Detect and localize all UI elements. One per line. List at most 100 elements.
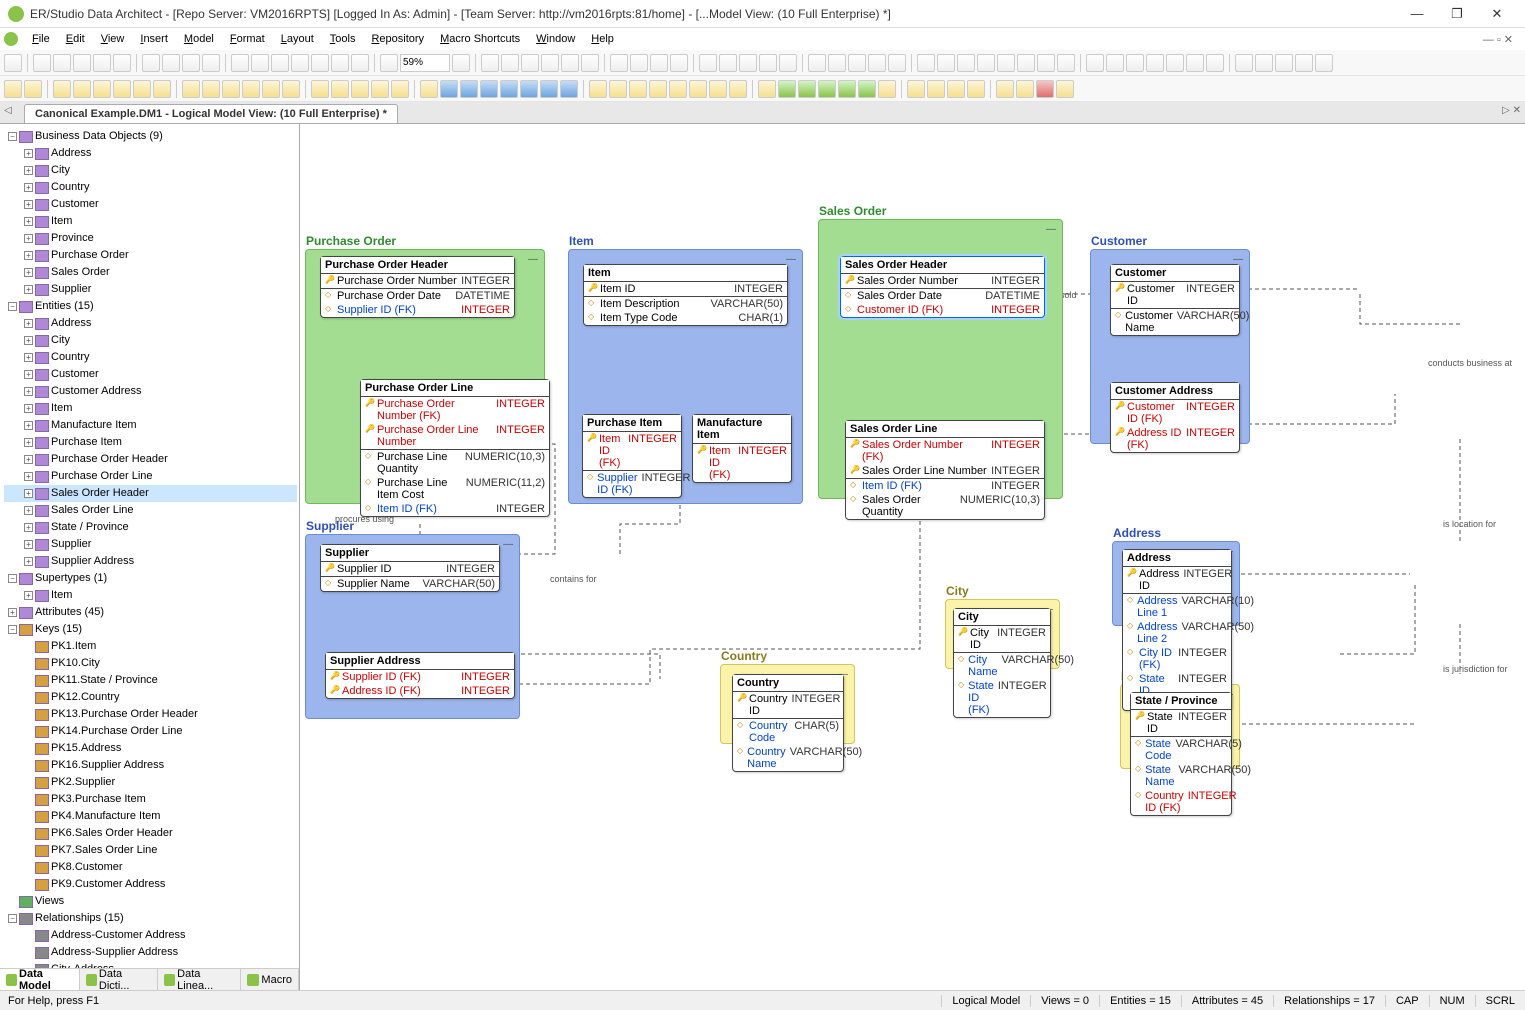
- toolbar-button[interactable]: [520, 80, 538, 98]
- toolbar-button[interactable]: [937, 54, 955, 72]
- tab-nav-right[interactable]: ▷ ✕: [1502, 105, 1521, 116]
- document-tab[interactable]: Canonical Example.DM1 - Logical Model Vi…: [24, 104, 398, 123]
- toolbar-button[interactable]: [182, 80, 200, 98]
- toolbar-button[interactable]: [351, 80, 369, 98]
- toolbar-button[interactable]: [113, 80, 131, 98]
- toolbar-button[interactable]: [670, 54, 688, 72]
- menu-edit[interactable]: Edit: [58, 31, 93, 47]
- tree-node[interactable]: +Customer: [4, 196, 297, 213]
- expand-icon[interactable]: +: [24, 472, 33, 481]
- toolbar-button[interactable]: [1086, 54, 1104, 72]
- expand-icon[interactable]: −: [8, 302, 17, 311]
- tree-node[interactable]: PK7.Sales Order Line: [4, 842, 297, 859]
- toolbar-button[interactable]: [997, 54, 1015, 72]
- tree-node[interactable]: PK16.Supplier Address: [4, 757, 297, 774]
- menu-help[interactable]: Help: [583, 31, 622, 47]
- tree-node[interactable]: +Country: [4, 179, 297, 196]
- model-explorer[interactable]: −Business Data Objects (9)+Address+City+…: [0, 124, 300, 990]
- expand-icon[interactable]: +: [24, 234, 33, 243]
- toolbar-button[interactable]: [113, 54, 131, 72]
- toolbar-button[interactable]: [957, 54, 975, 72]
- entity-country[interactable]: Country🔑Country IDINTEGER◇Country CodeCH…: [732, 674, 844, 772]
- tree-node[interactable]: +Sales Order Line: [4, 502, 297, 519]
- toolbar-button[interactable]: [759, 54, 777, 72]
- tree-node[interactable]: +Purchase Order Line: [4, 468, 297, 485]
- toolbar-button[interactable]: [133, 80, 151, 98]
- toolbar-button[interactable]: [947, 80, 965, 98]
- collapse-icon[interactable]: —: [528, 254, 538, 265]
- toolbar-button[interactable]: [630, 54, 648, 72]
- menu-window[interactable]: Window: [528, 31, 583, 47]
- tree-node[interactable]: +Purchase Item: [4, 434, 297, 451]
- toolbar-button[interactable]: [311, 80, 329, 98]
- tree-node[interactable]: PK13.Purchase Order Header: [4, 706, 297, 723]
- toolbar-button[interactable]: [888, 54, 906, 72]
- expand-icon[interactable]: +: [24, 353, 33, 362]
- toolbar-button[interactable]: [609, 80, 627, 98]
- toolbar-button[interactable]: [142, 54, 160, 72]
- tree-node[interactable]: +Item: [4, 213, 297, 230]
- toolbar-button[interactable]: [669, 80, 687, 98]
- menu-file[interactable]: File: [24, 31, 58, 47]
- toolbar-button[interactable]: [540, 80, 558, 98]
- explorer-tab[interactable]: Data Dicti...: [80, 969, 158, 990]
- toolbar-button[interactable]: [311, 54, 329, 72]
- expand-icon[interactable]: +: [24, 557, 33, 566]
- toolbar-button[interactable]: [779, 54, 797, 72]
- maximize-button[interactable]: ❐: [1437, 6, 1477, 22]
- toolbar-button[interactable]: [53, 80, 71, 98]
- tree-node[interactable]: PK1.Item: [4, 638, 297, 655]
- menu-model[interactable]: Model: [176, 31, 222, 47]
- toolbar-button[interactable]: [4, 54, 22, 72]
- toolbar-button[interactable]: [93, 54, 111, 72]
- tree-node[interactable]: PK3.Purchase Item: [4, 791, 297, 808]
- toolbar-button[interactable]: [561, 54, 579, 72]
- mdi-controls[interactable]: — ▫ ✕: [1483, 33, 1513, 46]
- tree-node[interactable]: +Country: [4, 349, 297, 366]
- entity-custaddr[interactable]: Customer Address🔑Customer ID (FK)INTEGER…: [1110, 382, 1240, 453]
- expand-icon[interactable]: +: [24, 149, 33, 158]
- menu-insert[interactable]: Insert: [132, 31, 176, 47]
- collapse-icon[interactable]: —: [503, 539, 513, 550]
- toolbar-button[interactable]: [1126, 54, 1144, 72]
- toolbar-button[interactable]: [629, 80, 647, 98]
- toolbar-button[interactable]: [153, 80, 171, 98]
- toolbar-button[interactable]: [460, 80, 478, 98]
- toolbar-button[interactable]: [818, 80, 836, 98]
- expand-icon[interactable]: −: [8, 574, 17, 583]
- toolbar-button[interactable]: [868, 54, 886, 72]
- close-button[interactable]: ✕: [1477, 6, 1517, 22]
- toolbar-button[interactable]: [699, 54, 717, 72]
- zoom-input[interactable]: [400, 54, 450, 72]
- tree-node[interactable]: PK9.Customer Address: [4, 876, 297, 893]
- entity-supp[interactable]: Supplier🔑Supplier IDINTEGER◇Supplier Nam…: [320, 544, 500, 592]
- toolbar-button[interactable]: [440, 80, 458, 98]
- toolbar-button[interactable]: [262, 80, 280, 98]
- toolbar-button[interactable]: [541, 54, 559, 72]
- toolbar-button[interactable]: [1206, 54, 1224, 72]
- expand-icon[interactable]: +: [24, 489, 33, 498]
- toolbar-button[interactable]: [291, 54, 309, 72]
- toolbar-button[interactable]: [231, 54, 249, 72]
- toolbar-button[interactable]: [907, 80, 925, 98]
- toolbar-button[interactable]: [282, 80, 300, 98]
- entity-addr[interactable]: Address🔑Address IDINTEGER◇Address Line 1…: [1122, 549, 1232, 711]
- tree-node[interactable]: +Province: [4, 230, 297, 247]
- tree-node[interactable]: +Manufacture Item: [4, 417, 297, 434]
- toolbar-button[interactable]: [480, 80, 498, 98]
- toolbar-button[interactable]: [391, 80, 409, 98]
- tree-node[interactable]: +State / Province: [4, 519, 297, 536]
- expand-icon[interactable]: +: [24, 251, 33, 260]
- expand-icon[interactable]: +: [24, 591, 33, 600]
- toolbar-button[interactable]: [917, 54, 935, 72]
- toolbar-button[interactable]: [729, 80, 747, 98]
- toolbar-button[interactable]: [848, 54, 866, 72]
- toolbar-button[interactable]: [73, 80, 91, 98]
- tree-node[interactable]: PK10.City: [4, 655, 297, 672]
- toolbar-button[interactable]: [581, 54, 599, 72]
- toolbar-button[interactable]: [501, 54, 519, 72]
- tab-nav-left[interactable]: ◁: [4, 105, 12, 116]
- tree-node[interactable]: −Business Data Objects (9): [4, 128, 297, 145]
- toolbar-button[interactable]: [798, 80, 816, 98]
- toolbar-button[interactable]: [977, 54, 995, 72]
